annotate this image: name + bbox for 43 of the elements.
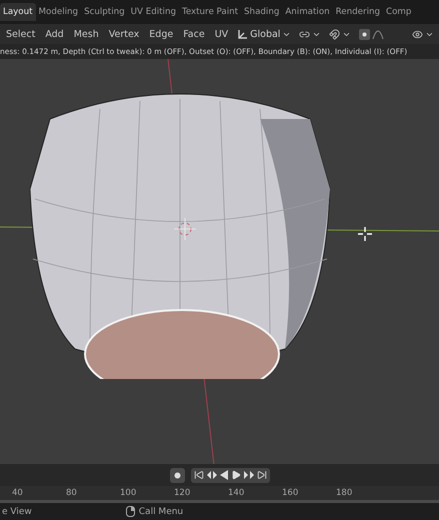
- play-reverse-icon: [220, 470, 228, 480]
- orientation-label: Global: [250, 28, 280, 40]
- workspace-tab[interactable]: Texture Paint: [178, 3, 242, 21]
- workspace-tab[interactable]: Rendering: [332, 3, 384, 21]
- jump-end-icon: [256, 470, 266, 480]
- falloff-curve-icon: [372, 28, 384, 40]
- record-button[interactable]: [170, 468, 184, 482]
- frame-number: 100: [120, 488, 138, 498]
- frame-number: 120: [174, 488, 192, 498]
- menu-item[interactable]: Face: [179, 26, 209, 42]
- record-dot-icon: [174, 472, 180, 478]
- playback-controls[interactable]: [190, 468, 270, 482]
- menu-item[interactable]: Mesh: [70, 26, 103, 42]
- status-hint: Call Menu: [138, 506, 184, 516]
- next-key-icon: [244, 471, 254, 479]
- axes-icon: [237, 28, 248, 40]
- workspace-tab[interactable]: Sculpting: [81, 3, 128, 21]
- previous-key-icon: [206, 471, 216, 479]
- orientation-dropdown[interactable]: Global: [234, 26, 294, 42]
- 3d-cursor-icon: [174, 218, 196, 240]
- workspace-tab[interactable]: Comp: [383, 3, 414, 21]
- menu-item[interactable]: UV: [210, 26, 232, 42]
- magnet-icon: [329, 28, 340, 40]
- mouse-icon: [126, 506, 135, 517]
- workspace-tab[interactable]: Animation: [282, 3, 333, 21]
- workspace-tab[interactable]: Modeling: [36, 3, 82, 21]
- menu-item[interactable]: Select: [2, 26, 40, 42]
- frame-number: 40: [12, 488, 24, 498]
- jump-start-icon: [194, 470, 204, 480]
- frame-number: 140: [228, 488, 246, 498]
- menu-item[interactable]: Edge: [145, 26, 178, 42]
- workspace-tab[interactable]: Shading: [241, 3, 282, 21]
- frame-number: 80: [66, 488, 78, 498]
- crosshair-icon: [358, 227, 372, 241]
- workspace-tab[interactable]: Layout: [0, 3, 36, 21]
- status-hint: e View: [2, 506, 32, 516]
- menu-item[interactable]: Add: [41, 26, 68, 42]
- play-icon: [230, 470, 240, 480]
- menu-item[interactable]: Vertex: [104, 26, 144, 42]
- workspace-tab[interactable]: UV Editing: [128, 3, 179, 21]
- frame-number: 160: [282, 488, 300, 498]
- eye-icon: [412, 28, 423, 40]
- frame-number: 180: [336, 488, 354, 498]
